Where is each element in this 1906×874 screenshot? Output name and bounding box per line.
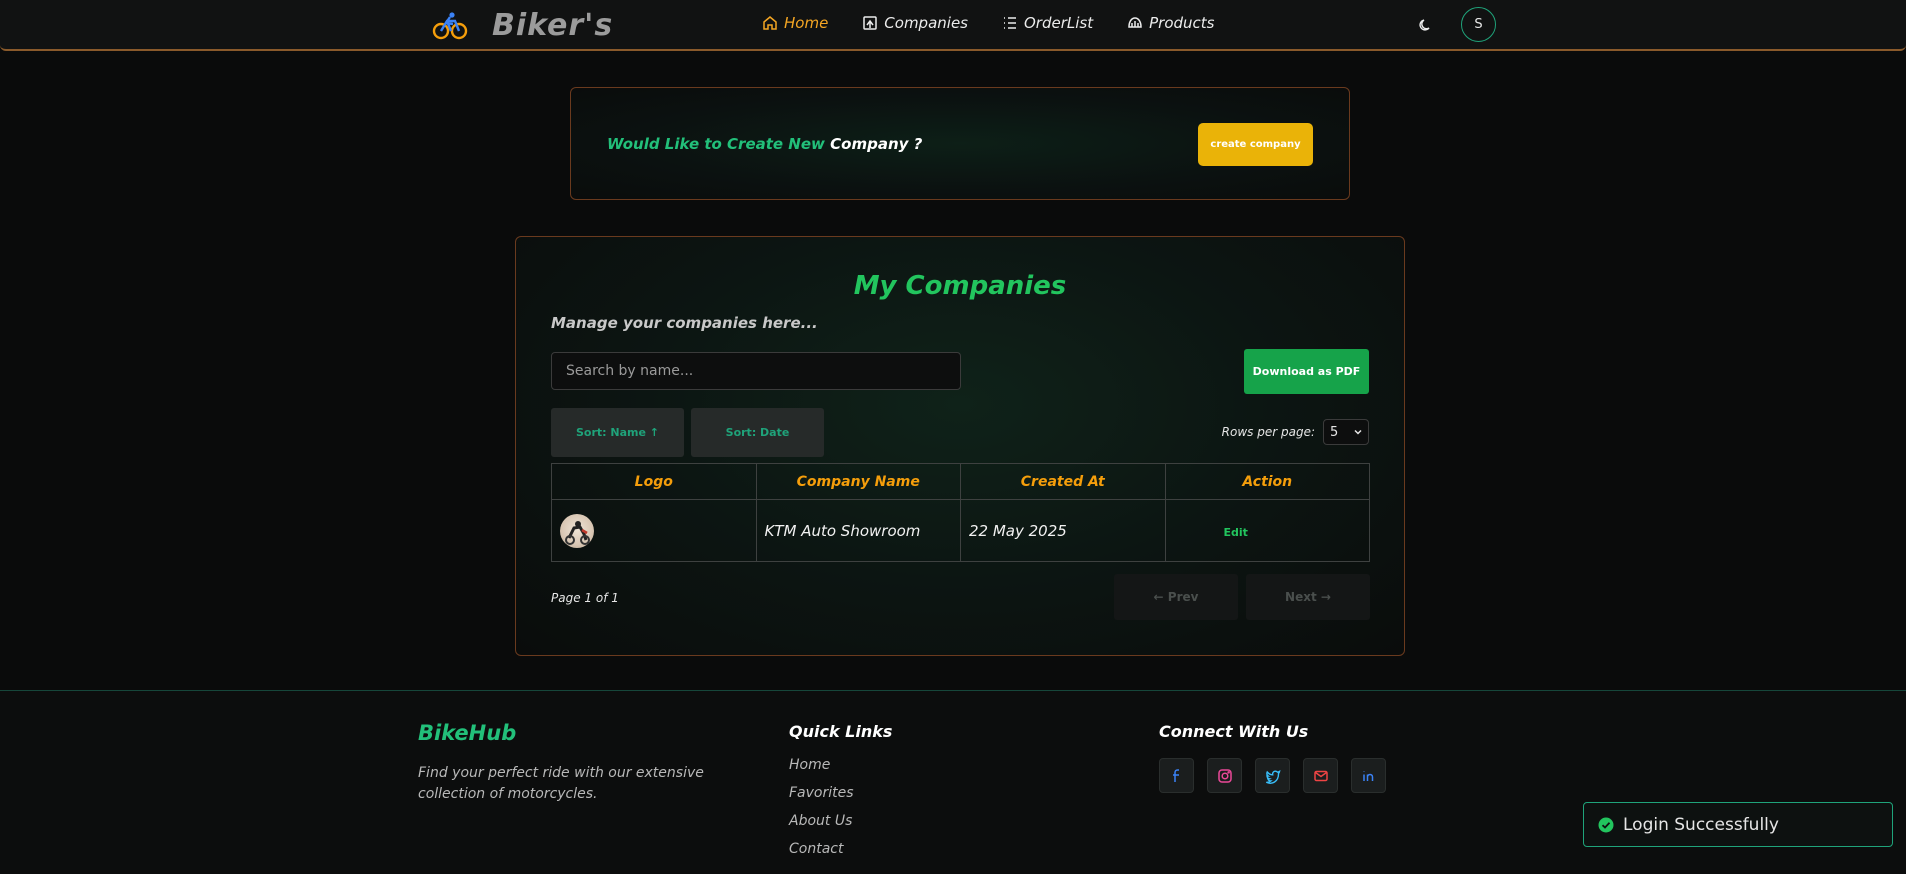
motorcycle-rider-icon bbox=[565, 520, 590, 545]
nav-products-label: Products bbox=[1149, 14, 1215, 32]
navbar: Biker's Home Companies OrderList Product… bbox=[0, 0, 1906, 51]
toast-message: Login Successfully bbox=[1623, 814, 1779, 835]
list-icon bbox=[1004, 17, 1016, 29]
download-pdf-button[interactable]: Download as PDF bbox=[1244, 349, 1369, 394]
footer-link-contact[interactable]: Contact bbox=[789, 841, 854, 869]
create-company-button[interactable]: create company bbox=[1198, 123, 1313, 166]
connect-title: Connect With Us bbox=[1159, 722, 1309, 741]
footer-brand: BikeHub bbox=[418, 721, 517, 745]
create-company-banner: Would Like to Create New Company ? creat… bbox=[570, 87, 1350, 200]
column-header-action[interactable]: Action bbox=[1164, 463, 1370, 500]
nav-orderlist[interactable]: OrderList bbox=[1002, 14, 1093, 32]
nav-home[interactable]: Home bbox=[762, 14, 828, 32]
brand-name: Biker's bbox=[492, 7, 614, 43]
action-cell: Edit bbox=[1164, 499, 1370, 562]
sort-date-button[interactable]: Sort: Date bbox=[691, 408, 824, 457]
table-row: KTM Auto Showroom 22 May 2025 Edit bbox=[551, 499, 1370, 562]
brand-logo-link[interactable]: Biker's bbox=[432, 7, 613, 43]
footer-link-home[interactable]: Home bbox=[789, 757, 854, 785]
page-title: My Companies bbox=[853, 271, 1067, 301]
facebook-icon bbox=[1172, 768, 1179, 782]
pagination-info: Page 1 of 1 bbox=[551, 591, 619, 605]
mail-icon bbox=[1313, 770, 1328, 781]
bike-logo-icon bbox=[432, 12, 468, 40]
company-logo-cell bbox=[551, 499, 757, 562]
search-input[interactable] bbox=[551, 352, 961, 390]
create-prompt-part2: Company ? bbox=[830, 135, 923, 153]
social-links bbox=[1159, 758, 1386, 793]
quick-links-list: Home Favorites About Us Contact bbox=[789, 757, 854, 869]
twitter-icon bbox=[1265, 769, 1280, 784]
table-header-row: Logo Company Name Created At Action bbox=[551, 463, 1370, 500]
facebook-link[interactable] bbox=[1159, 758, 1194, 793]
check-circle-icon bbox=[1598, 817, 1614, 832]
nav-home-label: Home bbox=[784, 14, 829, 32]
edit-link[interactable]: Edit bbox=[1224, 526, 1248, 539]
mail-link[interactable] bbox=[1303, 758, 1338, 793]
prev-page-button[interactable]: ← Prev bbox=[1114, 574, 1238, 620]
linkedin-icon bbox=[1362, 770, 1373, 781]
nav-orderlist-label: OrderList bbox=[1024, 14, 1094, 32]
login-toast[interactable]: Login Successfully bbox=[1583, 802, 1893, 847]
instagram-icon bbox=[1217, 768, 1232, 783]
helmet-icon bbox=[1128, 17, 1142, 28]
sort-name-button[interactable]: Sort: Name ↑ bbox=[551, 408, 684, 457]
moon-icon[interactable] bbox=[1418, 17, 1434, 33]
my-companies-card: My Companies Manage your companies here.… bbox=[515, 236, 1405, 656]
company-logo bbox=[560, 513, 594, 548]
rows-per-page: Rows per page: 5 bbox=[1222, 419, 1369, 445]
footer-link-about[interactable]: About Us bbox=[789, 813, 854, 841]
home-icon bbox=[763, 16, 777, 30]
rows-per-page-select[interactable]: 5 bbox=[1323, 419, 1369, 445]
quick-links-title: Quick Links bbox=[789, 722, 893, 741]
rows-per-page-value: 5 bbox=[1330, 424, 1339, 440]
user-avatar[interactable]: S bbox=[1461, 7, 1496, 42]
footer-link-favorites[interactable]: Favorites bbox=[789, 785, 854, 813]
nav-companies-label: Companies bbox=[884, 14, 968, 32]
create-prompt-part1: Would Like to Create New bbox=[607, 135, 825, 153]
create-company-prompt: Would Like to Create New Company ? bbox=[607, 135, 922, 153]
linkedin-link[interactable] bbox=[1351, 758, 1386, 793]
column-header-logo[interactable]: Logo bbox=[551, 463, 757, 500]
instagram-link[interactable] bbox=[1207, 758, 1242, 793]
page-subtitle: Manage your companies here... bbox=[551, 314, 818, 332]
rows-per-page-label: Rows per page: bbox=[1221, 425, 1315, 439]
column-header-created-at[interactable]: Created At bbox=[960, 463, 1166, 500]
twitter-link[interactable] bbox=[1255, 758, 1290, 793]
nav-products[interactable]: Products bbox=[1127, 14, 1215, 32]
chevron-down-icon bbox=[1354, 429, 1362, 435]
nav-companies[interactable]: Companies bbox=[862, 14, 968, 32]
created-at-cell: 22 May 2025 bbox=[960, 499, 1166, 562]
main-nav: Home Companies OrderList Products bbox=[762, 14, 1249, 32]
company-name-cell: KTM Auto Showroom bbox=[755, 499, 961, 562]
column-header-company-name[interactable]: Company Name bbox=[755, 463, 961, 500]
footer-description: Find your perfect ride with our extensiv… bbox=[418, 765, 704, 802]
companies-table: Logo Company Name Created At Action KTM … bbox=[551, 463, 1370, 562]
companies-icon bbox=[863, 16, 878, 30]
next-page-button[interactable]: Next → bbox=[1246, 574, 1370, 620]
